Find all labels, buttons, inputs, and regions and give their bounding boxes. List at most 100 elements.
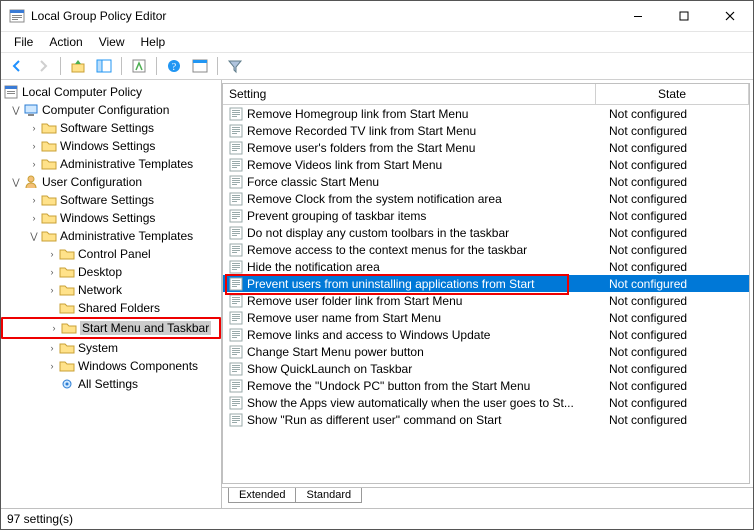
expand-icon[interactable]: ›	[45, 267, 59, 277]
column-setting[interactable]: Setting	[223, 84, 596, 104]
show-hide-tree-button[interactable]	[92, 54, 116, 78]
menu-file[interactable]: File	[6, 34, 41, 50]
properties-button[interactable]	[127, 54, 151, 78]
list-row[interactable]: Force classic Start MenuNot configured	[223, 173, 749, 190]
tree-root[interactable]: Local Computer Policy	[1, 83, 221, 101]
tree-user-config[interactable]: ⋁ User Configuration	[1, 173, 221, 191]
statusbar: 97 setting(s)	[1, 508, 753, 529]
tree-label: Windows Settings	[60, 139, 155, 153]
policy-setting-icon	[229, 379, 243, 393]
menu-action[interactable]: Action	[41, 34, 90, 50]
expand-icon[interactable]: ›	[45, 285, 59, 295]
expand-icon[interactable]: ›	[27, 123, 41, 133]
list-row[interactable]: Remove Clock from the system notificatio…	[223, 190, 749, 207]
tree-item[interactable]: › Windows Settings	[1, 137, 221, 155]
tree-item[interactable]: › Software Settings	[1, 119, 221, 137]
list-row[interactable]: Show the Apps view automatically when th…	[223, 394, 749, 411]
policy-setting-icon	[229, 141, 243, 155]
list-row[interactable]: Prevent users from uninstalling applicat…	[223, 275, 749, 292]
column-state[interactable]: State	[596, 84, 749, 104]
tree-label: Software Settings	[60, 121, 154, 135]
list-row[interactable]: Remove user folder link from Start MenuN…	[223, 292, 749, 309]
tree-item[interactable]: › Windows Components	[1, 357, 221, 375]
window-title: Local Group Policy Editor	[31, 9, 615, 23]
setting-name: Remove the "Undock PC" button from the S…	[247, 379, 603, 393]
tab-standard[interactable]: Standard	[295, 488, 362, 503]
expand-icon[interactable]: ›	[27, 195, 41, 205]
expand-icon[interactable]: ⋁	[9, 105, 23, 116]
expand-icon[interactable]: ›	[45, 249, 59, 259]
setting-name: Remove user name from Start Menu	[247, 311, 603, 325]
list-row[interactable]: Change Start Menu power buttonNot config…	[223, 343, 749, 360]
setting-name: Remove access to the context menus for t…	[247, 243, 603, 257]
menu-help[interactable]: Help	[133, 34, 174, 50]
tree-label: User Configuration	[42, 175, 142, 189]
menu-view[interactable]: View	[91, 34, 133, 50]
tree-item[interactable]: › Network	[1, 281, 221, 299]
tree-item[interactable]: › Desktop	[1, 263, 221, 281]
tree-item[interactable]: All Settings	[1, 375, 221, 393]
policy-setting-icon	[229, 311, 243, 325]
list-row[interactable]: Hide the notification areaNot configured	[223, 258, 749, 275]
expand-icon[interactable]: ⋁	[9, 177, 23, 188]
tree-label: Windows Settings	[60, 211, 155, 225]
setting-state: Not configured	[603, 192, 749, 206]
list-row[interactable]: Prevent grouping of taskbar itemsNot con…	[223, 207, 749, 224]
back-button[interactable]	[5, 54, 29, 78]
list-row[interactable]: Show QuickLaunch on TaskbarNot configure…	[223, 360, 749, 377]
minimize-button[interactable]	[615, 1, 661, 31]
tab-extended[interactable]: Extended	[228, 488, 296, 503]
menubar: File Action View Help	[1, 32, 753, 53]
view-tabs: Extended Standard	[222, 487, 753, 508]
list-row[interactable]: Remove Videos link from Start MenuNot co…	[223, 156, 749, 173]
forward-button[interactable]	[31, 54, 55, 78]
setting-name: Remove links and access to Windows Updat…	[247, 328, 603, 342]
list-row[interactable]: Remove the "Undock PC" button from the S…	[223, 377, 749, 394]
list-row[interactable]: Remove user name from Start MenuNot conf…	[223, 309, 749, 326]
folder-icon	[59, 282, 75, 298]
expand-icon[interactable]: ›	[45, 343, 59, 353]
tree-pane[interactable]: Local Computer Policy ⋁ Computer Configu…	[1, 80, 222, 508]
expand-icon[interactable]: ›	[45, 361, 59, 371]
tree-item[interactable]: › Control Panel	[1, 245, 221, 263]
maximize-button[interactable]	[661, 1, 707, 31]
tree-item[interactable]: ⋁ Administrative Templates	[1, 227, 221, 245]
list-row[interactable]: Show "Run as different user" command on …	[223, 411, 749, 428]
list-header: Setting State	[223, 84, 749, 105]
tree-item[interactable]: Shared Folders	[1, 299, 221, 317]
expand-icon[interactable]: ›	[27, 141, 41, 151]
folder-icon	[41, 228, 57, 244]
expand-icon[interactable]: ⋁	[27, 231, 41, 242]
folder-icon	[41, 138, 57, 154]
tree-item[interactable]: › Windows Settings	[1, 209, 221, 227]
list-row[interactable]: Remove access to the context menus for t…	[223, 241, 749, 258]
expand-icon[interactable]: ›	[47, 323, 61, 333]
tree-computer-config[interactable]: ⋁ Computer Configuration	[1, 101, 221, 119]
options-button[interactable]	[188, 54, 212, 78]
up-one-level-button[interactable]	[66, 54, 90, 78]
list-view[interactable]: Setting State Remove Homegroup link from…	[222, 83, 750, 484]
tree-item[interactable]: › System	[1, 339, 221, 357]
tree-label: Administrative Templates	[60, 229, 193, 243]
expand-icon[interactable]: ›	[27, 159, 41, 169]
tree-item-selected[interactable]: › Start Menu and Taskbar	[1, 317, 221, 339]
folder-icon	[59, 340, 75, 356]
tree-item[interactable]: › Software Settings	[1, 191, 221, 209]
tree-item[interactable]: › Administrative Templates	[1, 155, 221, 173]
tree-label: Control Panel	[78, 247, 151, 261]
list-row[interactable]: Remove Recorded TV link from Start MenuN…	[223, 122, 749, 139]
list-row[interactable]: Remove user's folders from the Start Men…	[223, 139, 749, 156]
list-row[interactable]: Remove Homegroup link from Start MenuNot…	[223, 105, 749, 122]
setting-state: Not configured	[603, 379, 749, 393]
policy-setting-icon	[229, 107, 243, 121]
help-button[interactable]: ?	[162, 54, 186, 78]
close-button[interactable]	[707, 1, 753, 31]
folder-icon	[41, 192, 57, 208]
list-row[interactable]: Do not display any custom toolbars in th…	[223, 224, 749, 241]
svg-text:?: ?	[172, 62, 177, 73]
expand-icon[interactable]: ›	[27, 213, 41, 223]
filter-button[interactable]	[223, 54, 247, 78]
setting-state: Not configured	[603, 277, 749, 291]
setting-state: Not configured	[603, 345, 749, 359]
list-row[interactable]: Remove links and access to Windows Updat…	[223, 326, 749, 343]
